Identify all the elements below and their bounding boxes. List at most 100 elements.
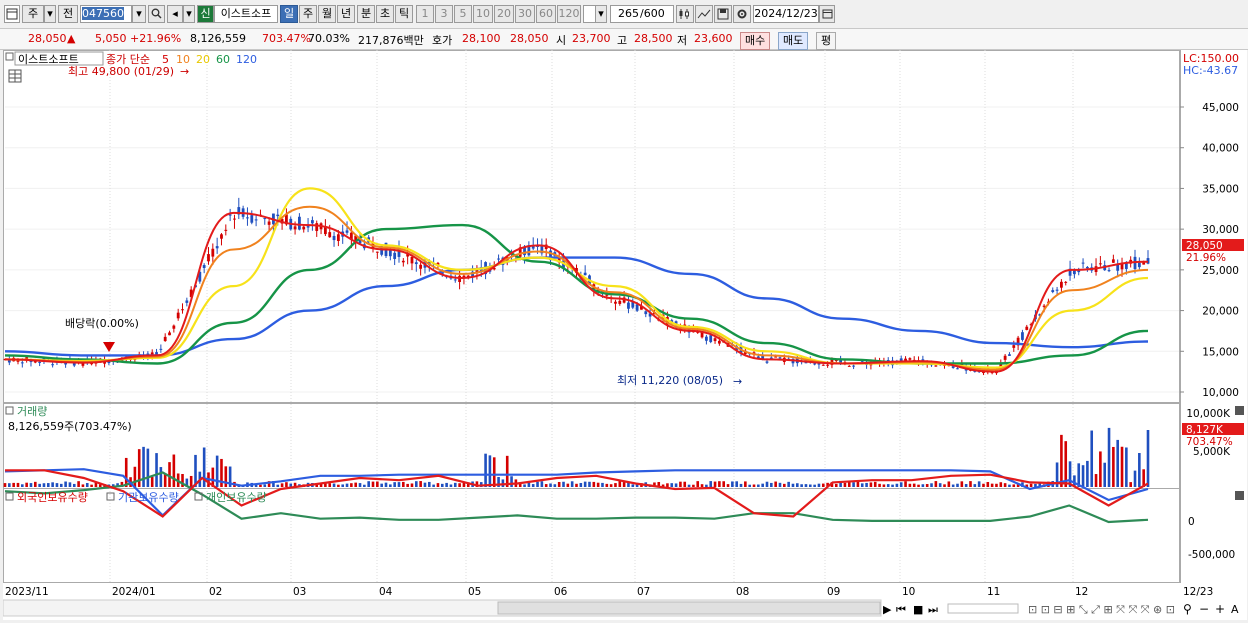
price-tick-label: 25,000 [1202,265,1239,277]
x-axis-label: 02 [209,586,222,598]
sound-dropdown-icon[interactable]: ▾ [183,5,195,23]
market-tab[interactable]: 주 [22,5,44,23]
market-dropdown-icon[interactable]: ▾ [44,5,56,23]
x-axis-label: 05 [468,586,481,598]
interval-1[interactable]: 1 [416,5,434,23]
volume-bar [670,483,674,487]
volume-bar [1012,484,1016,487]
volume-bar [570,481,574,487]
save-icon[interactable] [714,5,732,23]
interval-30[interactable]: 30 [515,5,535,23]
low-label: 저 [677,34,688,47]
last-pct-value: 21.96% [1186,252,1226,264]
interval-120[interactable]: 120 [557,5,581,23]
scroll-right-icon[interactable]: ▶ [883,603,892,616]
volume-ratio: 703.47% [262,32,311,45]
stock-code-input[interactable]: 047560 [80,5,132,23]
scroll-last-icon[interactable]: ⏭ [928,603,938,616]
zoom-out-icon[interactable]: − [1199,602,1209,616]
average-button[interactable]: 평 [816,32,837,50]
volume-bar [583,481,587,487]
sound-icon[interactable]: ◂ [167,5,183,23]
volume-bar [406,483,409,487]
interval-20[interactable]: 20 [494,5,514,23]
volume-bar [787,481,790,487]
zoom-slider[interactable] [947,603,1019,614]
draw-tool-icon[interactable] [695,5,713,23]
volume-bar [709,481,713,487]
volume-bar [81,484,85,487]
candle-body [704,336,708,341]
stock-name-field[interactable]: 이스트소프 [214,5,278,23]
volume-bar [553,484,557,487]
volume-bar [817,483,821,487]
font-size-icon[interactable]: A [1231,603,1239,616]
candle-body [1107,270,1111,272]
volume-bar [1008,484,1011,487]
candle-body [20,362,24,364]
volume-bar [1107,427,1111,487]
stock-chart[interactable]: 45,000 40,000 35,000 30,000 25,000 20,000 15,0… [2,50,1247,620]
timeframe-tick[interactable]: 틱 [395,5,413,23]
holdings-close-icon[interactable] [1235,491,1244,500]
timeframe-minute[interactable]: 분 [357,5,375,23]
interval-10[interactable]: 10 [473,5,493,23]
volume-bar [904,481,907,487]
candle-body [410,256,414,264]
candle-body [1085,266,1089,269]
zoom-search-icon[interactable]: ⚲ [1183,602,1192,616]
period-tab[interactable]: 전 [58,5,78,23]
volume-close-icon[interactable] [1235,406,1244,415]
candle-body [1137,262,1141,268]
interval-3[interactable]: 3 [435,5,453,23]
bid-price: 28,100 [462,32,501,45]
volume-bar [562,481,565,487]
volume-bar [631,484,635,487]
timeframe-second[interactable]: 초 [376,5,394,23]
timeframe-year[interactable]: 년 [337,5,355,23]
volume-bar [16,482,20,487]
volume-bar [380,483,383,487]
volume-bar [527,482,531,487]
layout-icon[interactable] [4,5,20,23]
zoom-in-icon[interactable]: + [1215,602,1225,616]
volume-bar [423,482,427,487]
candle-type-icon[interactable] [676,5,694,23]
interval-dropdown-icon[interactable]: ▾ [595,5,607,23]
x-axis-labels: 2023/11 2024/01 02 03 04 05 06 07 08 09 10 11 12 12/2… [5,586,1213,598]
scrollbar-thumb[interactable] [497,601,881,615]
interval-60[interactable]: 60 [536,5,556,23]
calendar-icon[interactable] [819,5,835,23]
tool-icons-strip[interactable]: ⊡ ⊡ ⊟ ⊞ ⤡ ⤢ ⊞ ⤧ ⤧ ⤧ ⊛ ⊡ [1028,603,1175,616]
timeframe-week[interactable]: 주 [299,5,317,23]
scroll-first-icon[interactable]: ⏮ [896,603,906,616]
x-axis-label: 2024/01 [112,586,156,598]
data-count-input[interactable]: 265 [610,5,640,23]
candle-body [1003,355,1007,360]
buy-button[interactable]: 매수 [740,32,771,50]
search-icon[interactable] [148,5,165,23]
timeframe-day[interactable]: 일 [280,5,298,23]
volume-bar [51,482,54,487]
volume-bar [557,481,561,487]
candle-body [1060,281,1063,288]
volume-bar [389,484,392,487]
volume-bar [951,484,955,487]
stop-icon[interactable]: ■ [913,603,923,616]
stock-code-dropdown-icon[interactable]: ▾ [132,5,146,23]
volume-bar [718,481,721,487]
date-input[interactable]: 2024/12/23 [753,5,819,23]
candle-body [310,220,314,224]
settings-gear-icon[interactable] [733,5,751,23]
volume-bar [947,481,951,487]
sell-button[interactable]: 매도 [778,32,809,50]
timeframe-month[interactable]: 월 [318,5,336,23]
volume-bar [12,482,15,487]
volume-bar [458,483,461,487]
volume-bar [72,483,76,487]
holdings-tick-label: -500,000 [1188,549,1235,561]
candle-body [414,262,418,265]
chart-area[interactable]: 45,000 40,000 35,000 30,000 25,000 20,000 15,0… [2,50,1247,620]
interval-5[interactable]: 5 [454,5,472,23]
x-axis-label: 07 [637,586,650,598]
